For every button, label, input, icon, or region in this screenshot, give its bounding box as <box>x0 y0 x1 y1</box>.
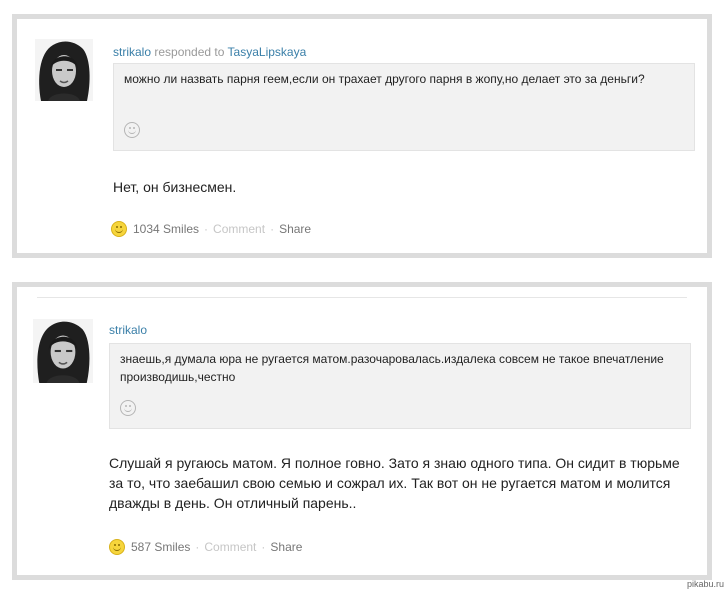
author-link[interactable]: strikalo <box>109 323 147 337</box>
post-actions: 1034 Smiles · Comment · Share <box>111 221 311 237</box>
answer-text: Нет, он бизнесмен. <box>113 179 237 195</box>
question-quote: можно ли назвать парня геем,если он трах… <box>113 63 695 151</box>
post-card: strikalo знаешь,я думала юра не ругается… <box>12 282 712 580</box>
share-link[interactable]: Share <box>279 222 311 236</box>
avatar[interactable] <box>33 319 93 383</box>
watermark: pikabu.ru <box>686 579 724 589</box>
smile-icon[interactable] <box>124 122 140 138</box>
answer-text: Слушай я ругаюсь матом. Я полное говно. … <box>109 455 680 511</box>
smiles-count[interactable]: 1034 Smiles <box>133 222 199 236</box>
post-card: strikalo responded to TasyaLipskaya можн… <box>12 14 712 258</box>
separator: · <box>195 540 200 554</box>
separator: · <box>204 222 209 236</box>
author-link[interactable]: strikalo <box>113 45 151 59</box>
separator: · <box>261 540 266 554</box>
responded-label: responded to <box>154 45 225 59</box>
avatar[interactable] <box>35 39 93 101</box>
comment-link[interactable]: Comment <box>204 540 256 554</box>
separator: · <box>270 222 275 236</box>
divider <box>37 297 687 298</box>
question-text: знаешь,я думала юра не ругается матом.ра… <box>120 352 664 384</box>
smile-icon[interactable] <box>109 539 125 555</box>
post-actions: 587 Smiles · Comment · Share <box>109 539 302 555</box>
smile-icon[interactable] <box>111 221 127 237</box>
smile-icon[interactable] <box>120 400 136 416</box>
question-quote: знаешь,я думала юра не ругается матом.ра… <box>109 343 691 429</box>
comment-link[interactable]: Comment <box>213 222 265 236</box>
post-header: strikalo responded to TasyaLipskaya <box>113 45 306 59</box>
smiles-count[interactable]: 587 Smiles <box>131 540 190 554</box>
question-text: можно ли назвать парня геем,если он трах… <box>124 72 645 86</box>
responded-to-link[interactable]: TasyaLipskaya <box>228 45 307 59</box>
post-header: strikalo <box>109 323 147 337</box>
share-link[interactable]: Share <box>270 540 302 554</box>
